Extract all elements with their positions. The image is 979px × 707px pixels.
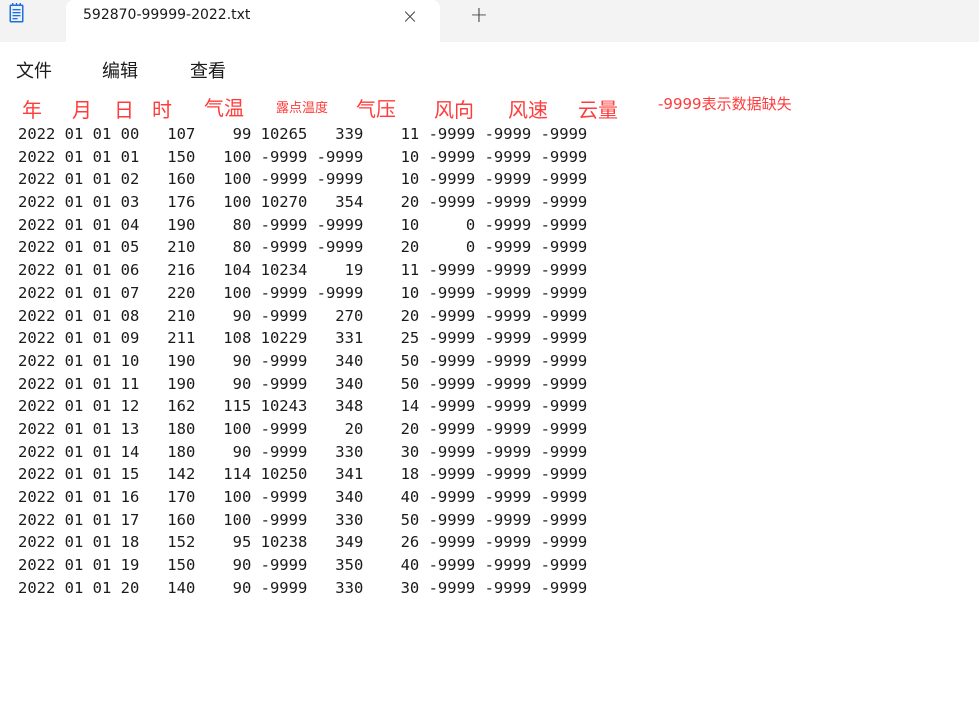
text-line: 2022 01 01 16 170 100 -9999 340 40 -9999… bbox=[18, 488, 588, 506]
text-line: 2022 01 01 05 210 80 -9999 -9999 20 0 -9… bbox=[18, 238, 588, 257]
title-bar: 592870-99999-2022.txt × + bbox=[0, 0, 979, 42]
new-tab-button[interactable]: + bbox=[464, 3, 494, 31]
menu-bar: 文件 编辑 查看 bbox=[0, 42, 979, 90]
annotation-missing-note: -9999表示数据缺失 bbox=[658, 95, 792, 113]
menu-edit[interactable]: 编辑 bbox=[102, 57, 138, 83]
annotation-pressure: 气压 bbox=[356, 97, 396, 121]
text-line: 2022 01 01 01 150 100 -9999 -9999 10 -99… bbox=[18, 147, 588, 166]
text-line: 2022 01 01 18 152 95 10238 349 26 -9999 … bbox=[18, 533, 588, 552]
annotation-hour: 时 bbox=[152, 98, 172, 122]
text-editor[interactable]: 年 月 日 时 气温 露点温度 气压 风向 风速 云量 -9999表示数据缺失 … bbox=[0, 90, 979, 707]
text-line: 2022 01 01 20 140 90 -9999 330 30 -9999 … bbox=[18, 578, 588, 597]
text-line: 2022 01 01 07 220 100 -9999 -9999 10 -99… bbox=[18, 283, 588, 302]
annotation-wind-direction: 风向 bbox=[434, 98, 474, 122]
menu-file[interactable]: 文件 bbox=[16, 57, 52, 83]
tab-title: 592870-99999-2022.txt bbox=[83, 7, 251, 23]
text-line: 2022 01 01 19 150 90 -9999 350 40 -9999 … bbox=[18, 556, 588, 575]
close-icon[interactable]: × bbox=[396, 2, 424, 30]
text-line: 2022 01 01 00 107 99 10265 339 11 -9999 … bbox=[18, 125, 588, 143]
text-line: 2022 01 01 04 190 80 -9999 -9999 10 0 -9… bbox=[18, 215, 588, 234]
notepad-icon bbox=[9, 3, 24, 23]
annotation-month: 月 bbox=[72, 98, 92, 122]
menu-view[interactable]: 查看 bbox=[190, 57, 226, 83]
text-line: 2022 01 01 08 210 90 -9999 270 20 -9999 … bbox=[18, 306, 588, 325]
text-line: 2022 01 01 14 180 90 -9999 330 30 -9999 … bbox=[18, 442, 588, 461]
text-line: 2022 01 01 03 176 100 10270 354 20 -9999… bbox=[18, 193, 588, 212]
text-line: 2022 01 01 02 160 100 -9999 -9999 10 -99… bbox=[18, 170, 588, 189]
text-line: 2022 01 01 11 190 90 -9999 340 50 -9999 … bbox=[18, 374, 588, 393]
text-line: 2022 01 01 10 190 90 -9999 340 50 -9999 … bbox=[18, 351, 588, 370]
text-line: 2022 01 01 15 142 114 10250 341 18 -9999… bbox=[18, 465, 588, 484]
annotation-temperature: 气温 bbox=[204, 96, 244, 120]
text-line: 2022 01 01 06 216 104 10234 19 11 -9999 … bbox=[18, 261, 588, 280]
text-line: 2022 01 01 09 211 108 10229 331 25 -9999… bbox=[18, 329, 588, 348]
annotation-dewpoint: 露点温度 bbox=[276, 101, 329, 116]
text-line: 2022 01 01 12 162 115 10243 348 14 -9999… bbox=[18, 397, 588, 416]
text-lines: 2022 01 01 00 107 99 10265 339 11 -9999 … bbox=[18, 123, 587, 599]
annotation-year: 年 bbox=[22, 98, 42, 122]
annotation-cloud-cover: 云量 bbox=[578, 98, 618, 122]
annotation-day: 日 bbox=[114, 98, 134, 122]
annotation-wind-speed: 风速 bbox=[508, 98, 548, 122]
text-line: 2022 01 01 13 180 100 -9999 20 20 -9999 … bbox=[18, 419, 588, 438]
tab-file[interactable]: 592870-99999-2022.txt × bbox=[66, 0, 440, 42]
text-line: 2022 01 01 17 160 100 -9999 330 50 -9999… bbox=[18, 510, 588, 529]
